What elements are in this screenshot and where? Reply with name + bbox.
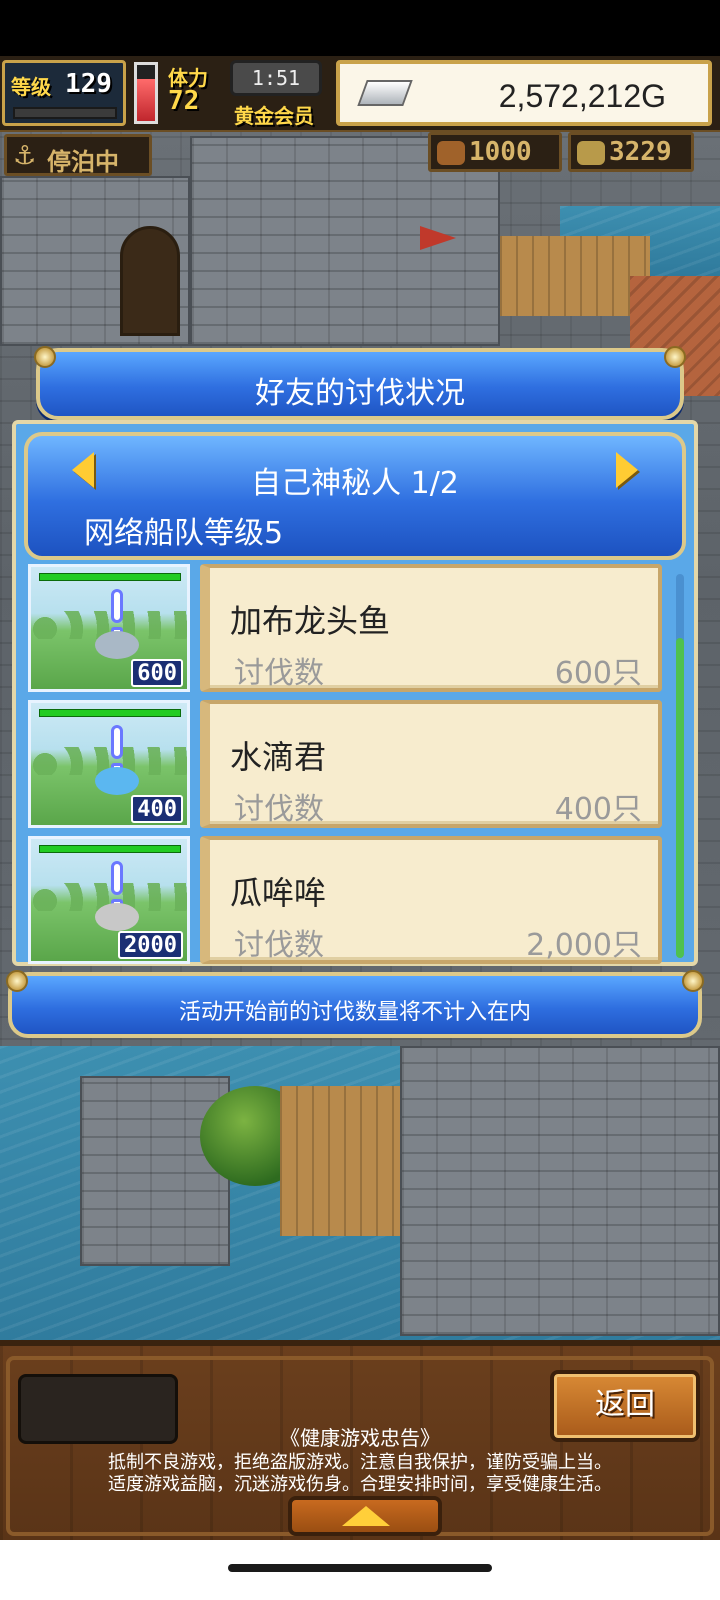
- gold-counter[interactable]: 2,572,212G: [336, 60, 712, 126]
- expand-menu-button[interactable]: [288, 1496, 442, 1536]
- level-exp-bar: [13, 107, 117, 119]
- hp-bar: [39, 845, 181, 853]
- anchor-icon: ⚓: [13, 141, 37, 171]
- cannonball-icon: [437, 141, 465, 165]
- monster-name: 加布龙头鱼: [230, 602, 391, 640]
- hp-bar: [39, 709, 181, 717]
- gold-member-label[interactable]: 黄金会员: [234, 100, 314, 129]
- level-value: 129: [65, 69, 112, 99]
- resource2-value: 3229: [609, 137, 672, 167]
- health-advice-line: 适度游戏益脑，沉迷游戏伤身。合理安排时间，享受健康生活。: [108, 1474, 612, 1495]
- notice-text: 活动开始前的讨伐数量将不计入在内: [178, 1000, 531, 1025]
- level-box[interactable]: 等级 129: [2, 60, 126, 126]
- list-item[interactable]: 600 加布龙头鱼 讨伐数 600只: [24, 560, 672, 692]
- resource1-value: 1000: [469, 137, 532, 167]
- exclamation-icon: [111, 589, 123, 623]
- monster-thumbnail: 2000: [28, 836, 190, 964]
- fish-monster-icon: [95, 631, 139, 659]
- hunt-count-value: 600只: [554, 656, 642, 691]
- dialog-title: 好友的讨伐状况: [255, 376, 465, 411]
- monster-card: 水滴君 讨伐数 400只: [200, 700, 662, 828]
- list-item[interactable]: 400 水滴君 讨伐数 400只: [24, 696, 672, 828]
- monster-card: 瓜哞哞 讨伐数 2,000只: [200, 836, 662, 964]
- up-arrow-icon: [342, 1506, 390, 1526]
- top-hud: 等级 129 体力 72 1:51 黄金会员 2,572,212G: [0, 56, 720, 132]
- time-display: 1:51: [230, 60, 322, 96]
- corner-ornament-icon: [6, 970, 28, 992]
- monster-thumbnail: 600: [28, 564, 190, 692]
- dock-lower: [280, 1086, 420, 1236]
- hunt-count-label: 讨伐数: [234, 928, 324, 963]
- hp-bar: [39, 573, 181, 581]
- level-label: 等级: [11, 75, 51, 99]
- dock-upper: [500, 236, 650, 316]
- castle-door: [120, 226, 180, 336]
- list-item[interactable]: 2000 瓜哞哞 讨伐数 2,000只: [24, 832, 672, 964]
- stamina-gauge: [134, 62, 158, 124]
- flag-icon: [420, 226, 456, 250]
- resource-cannonball[interactable]: 1000: [428, 132, 562, 172]
- corner-ornament-icon: [682, 970, 704, 992]
- system-nav-bar: [0, 1540, 720, 1600]
- resource-coin[interactable]: 3229: [568, 132, 694, 172]
- docked-label: 停泊中: [47, 148, 119, 176]
- panel-header: 自己神秘人 1/2 网络船队等级5: [24, 432, 686, 560]
- corner-ornament-icon: [34, 346, 56, 368]
- system-status-bar: [0, 0, 720, 56]
- hunt-count-value: 2,000只: [526, 928, 642, 963]
- monster-card: 加布龙头鱼 讨伐数 600只: [200, 564, 662, 692]
- home-gesture-handle[interactable]: [228, 1564, 492, 1572]
- list-scrollbar[interactable]: [676, 574, 684, 958]
- corner-ornament-icon: [664, 346, 686, 368]
- monster-thumbnail: 400: [28, 700, 190, 828]
- health-advice-title: 《健康游戏忠告》: [280, 1426, 440, 1450]
- monster-list[interactable]: 600 加布龙头鱼 讨伐数 600只 400 水滴君 讨伐数 400只 2000…: [24, 560, 672, 964]
- notice-banner: 活动开始前的讨伐数量将不计入在内: [6, 970, 704, 1038]
- hunt-count-label: 讨伐数: [234, 792, 324, 827]
- cow-monster-icon: [95, 903, 139, 931]
- ruined-tower: [80, 1076, 230, 1266]
- page-title: 自己神秘人 1/2: [251, 466, 459, 501]
- scrollbar-thumb[interactable]: [676, 638, 684, 958]
- hunt-count-badge: 600: [131, 659, 183, 687]
- dialog-title-plate: 好友的讨伐状况: [34, 346, 686, 420]
- monster-name: 瓜哞哞: [230, 874, 327, 912]
- exclamation-icon: [111, 861, 123, 895]
- fleet-level: 网络船队等级5: [84, 516, 284, 551]
- fortress-wall: [400, 1046, 720, 1336]
- next-page-arrow-icon[interactable]: [616, 452, 638, 488]
- hunt-count-value: 400只: [554, 792, 642, 827]
- hunt-count-label: 讨伐数: [234, 656, 324, 691]
- monster-name: 水滴君: [230, 738, 327, 776]
- silver-ingot-icon: [357, 80, 413, 106]
- hunt-count-badge: 400: [131, 795, 183, 823]
- stamina-fill: [137, 79, 155, 121]
- exclamation-icon: [111, 725, 123, 759]
- bottom-bar: 返回 《健康游戏忠告》 抵制不良游戏，拒绝盗版游戏。注意自我保护，谨防受骗上当。…: [0, 1340, 720, 1540]
- docked-status[interactable]: ⚓ 停泊中: [4, 134, 152, 176]
- gold-value: 2,572,212G: [498, 78, 666, 114]
- stamina-value: 72: [168, 86, 200, 116]
- coin-icon: [577, 141, 605, 165]
- water-drop-monster-icon: [95, 767, 139, 795]
- hunt-count-badge: 2000: [118, 931, 183, 959]
- friend-hunt-panel: 自己神秘人 1/2 网络船队等级5 600 加布龙头鱼 讨伐数 600只 400…: [12, 420, 698, 966]
